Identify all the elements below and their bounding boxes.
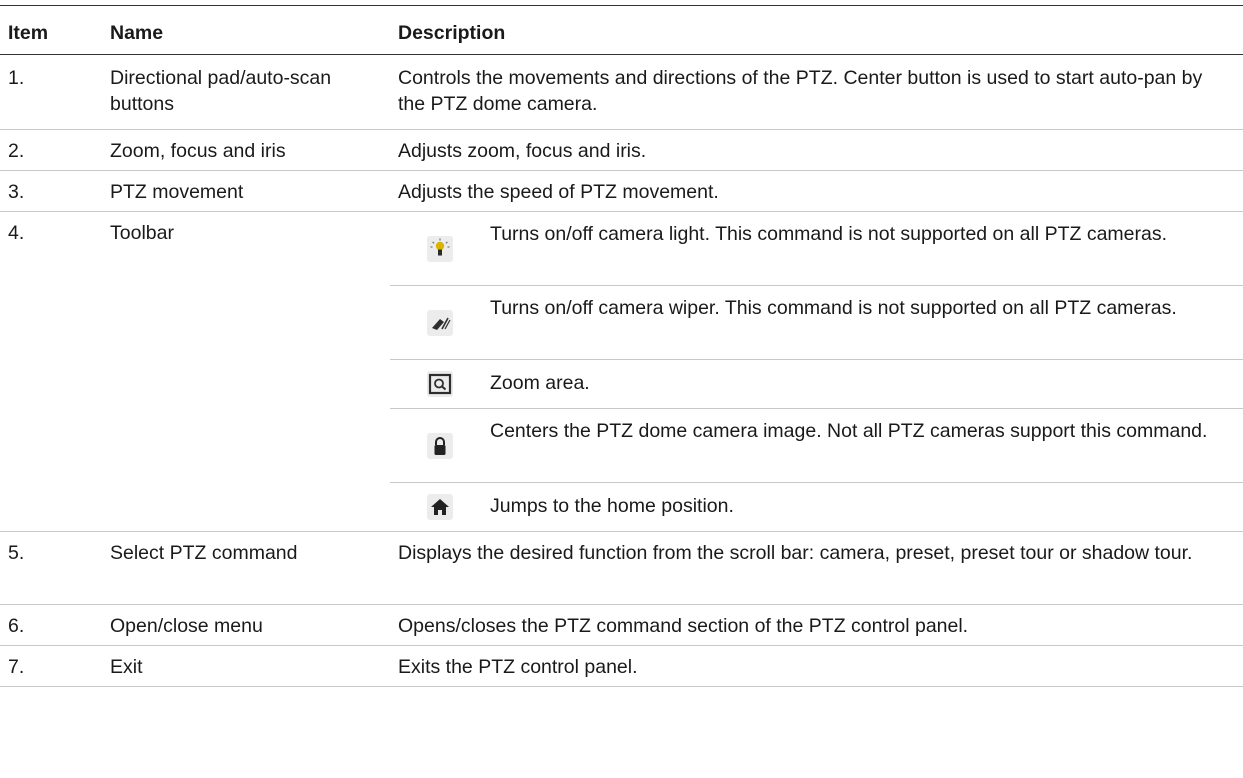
home-icon (427, 494, 453, 520)
table-row: 1. Directional pad/auto-scan buttons Con… (0, 55, 1243, 130)
header-item: Item (8, 22, 49, 44)
lock-icon (427, 432, 453, 459)
wiper-icon (427, 309, 453, 336)
table-row-toolbar: 4. Toolbar Turns on/off camera light. Th… (0, 212, 1243, 532)
row-item: 4. (8, 222, 25, 244)
row-name: Select PTZ command (110, 542, 298, 564)
row-item: 6. (8, 615, 25, 637)
header-description: Description (398, 22, 506, 44)
row-description: Controls the movements and directions of… (398, 67, 1203, 115)
toolbar-subrow-home: Jumps to the home position. (390, 483, 1243, 531)
header-name: Name (110, 22, 164, 44)
row-description: Exits the PTZ control panel. (398, 656, 638, 678)
row-description: Displays the desired function from the s… (398, 542, 1193, 564)
row-description: Adjusts zoom, focus and iris. (398, 140, 647, 162)
toolbar-subrow-lock: Centers the PTZ dome camera image. Not a… (390, 409, 1243, 483)
toolbar-subtable: Turns on/off camera light. This command … (390, 212, 1243, 531)
toolbar-subrow-light: Turns on/off camera light. This command … (390, 212, 1243, 286)
table-row: 2. Zoom, focus and iris Adjusts zoom, fo… (0, 130, 1243, 171)
toolbar-subrow-zoom-area: Zoom area. (390, 360, 1243, 409)
row-item: 5. (8, 542, 25, 564)
zoom-area-icon (427, 371, 453, 397)
row-name: Directional pad/auto-scan buttons (110, 67, 332, 115)
table-row: 7. Exit Exits the PTZ control panel. (0, 646, 1243, 687)
row-item: 7. (8, 656, 25, 678)
home-description: Jumps to the home position. (490, 495, 734, 517)
ptz-items-table: Item Name Description 1. Directional pad… (0, 5, 1243, 687)
table-row: 5. Select PTZ command Displays the desir… (0, 532, 1243, 605)
zoom-area-description: Zoom area. (490, 372, 590, 394)
wiper-description: Turns on/off camera wiper. This command … (490, 297, 1177, 319)
row-description: Adjusts the speed of PTZ movement. (398, 181, 719, 203)
table-header: Item Name Description (0, 6, 1243, 55)
row-item: 3. (8, 181, 25, 203)
row-item: 1. (8, 67, 25, 89)
row-name: Toolbar (110, 222, 174, 244)
table-row: 3. PTZ movement Adjusts the speed of PTZ… (0, 171, 1243, 212)
lock-description: Centers the PTZ dome camera image. Not a… (490, 420, 1208, 442)
light-icon (427, 235, 453, 262)
table-row: 6. Open/close menu Opens/closes the PTZ … (0, 605, 1243, 646)
row-description: Opens/closes the PTZ command section of … (398, 615, 969, 637)
light-description: Turns on/off camera light. This command … (490, 223, 1168, 245)
toolbar-subrow-wiper: Turns on/off camera wiper. This command … (390, 286, 1243, 360)
row-name: Exit (110, 656, 143, 678)
row-name: Zoom, focus and iris (110, 140, 286, 162)
row-name: PTZ movement (110, 181, 244, 203)
row-name: Open/close menu (110, 615, 263, 637)
row-item: 2. (8, 140, 25, 162)
